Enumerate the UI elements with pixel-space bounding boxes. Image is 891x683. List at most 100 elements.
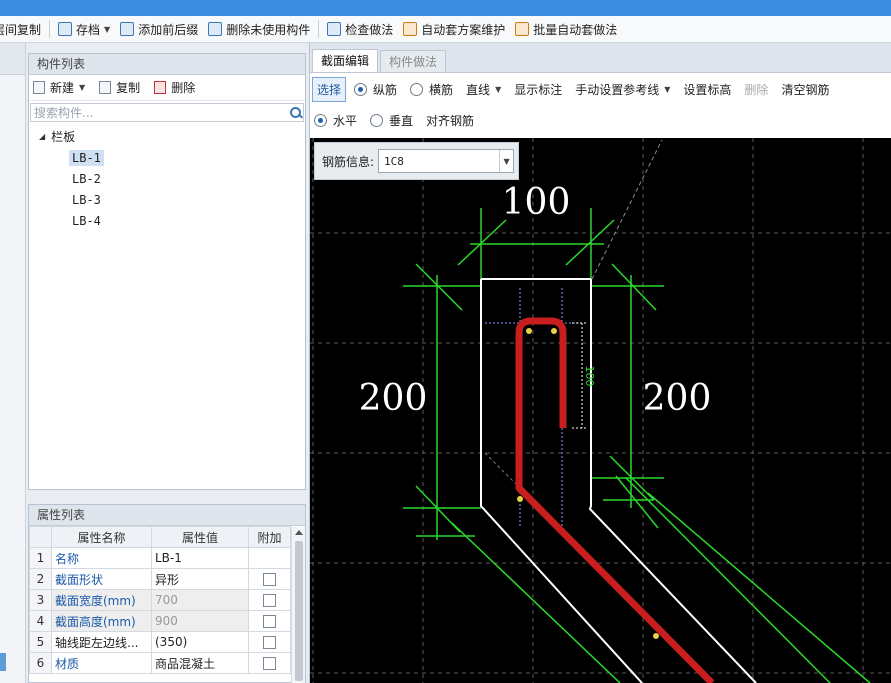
property-value: 700 (151, 589, 249, 611)
add-prefix-suffix-button[interactable]: 添加前后缀 (115, 18, 203, 40)
property-name: 截面形状 (51, 568, 152, 590)
toolbar-separator (49, 20, 51, 38)
dimension-left-text: 200 (359, 378, 428, 419)
copy-icon (99, 81, 112, 94)
set-elevation-button[interactable]: 设置标高 (683, 81, 731, 98)
property-name-header: 属性名称 (51, 526, 152, 548)
table-row[interactable]: 3 截面宽度(mm) 700 (29, 589, 291, 611)
auto-scheme-maintain-button[interactable]: 自动套方案维护 (398, 18, 510, 40)
tree-item-lb-1[interactable]: LB-1 (29, 147, 305, 168)
save-icon (58, 22, 73, 36)
radio-icon (410, 82, 424, 96)
extra-checkbox[interactable] (263, 636, 276, 649)
table-row[interactable]: 2 截面形状 异形 (29, 568, 291, 590)
table-row[interactable]: 5 轴线距左边线... (350) (29, 631, 291, 653)
tab-component-method[interactable]: 构件做法 (380, 50, 447, 72)
new-component-button[interactable]: 新建 ▼ (33, 79, 85, 96)
section-edit-toolbar-2: 水平 垂直 对齐钢筋 (310, 105, 891, 135)
extra-checkbox[interactable] (263, 657, 276, 670)
section-edit-toolbar: 选择 纵筋 横筋 直线 ▼ 显示标注 手动设置参考线 ▼ 设置标高 删除 清空钢… (310, 73, 891, 105)
delete-icon (154, 81, 167, 94)
chevron-down-icon: ▼ (79, 83, 86, 92)
property-value-header: 属性值 (151, 526, 249, 548)
property-table: 属性名称 属性值 附加 1 名称 LB-1 2 截面形状 异形 3 截面宽度(m… (29, 526, 291, 674)
component-tree: ◢ 栏板 LB-1 LB-2 LB-3 LB-4 (29, 122, 305, 231)
table-row[interactable]: 4 截面高度(mm) 900 (29, 610, 291, 632)
delete-unused-button[interactable]: 删除未使用构件 (203, 18, 315, 40)
rebar-info-box: 钢筋信息: 1C8 ▼ (314, 142, 519, 180)
property-value[interactable]: (350) (151, 631, 249, 653)
scroll-up-icon[interactable] (295, 530, 303, 535)
check-method-button[interactable]: 检查做法 (322, 18, 398, 40)
rebar-point[interactable] (551, 328, 557, 334)
save-button[interactable]: 存档 ▼ (53, 18, 115, 40)
property-extra-header: 附加 (248, 526, 291, 548)
rebar-point[interactable] (526, 328, 532, 334)
chevron-down-icon[interactable]: ▼ (499, 150, 513, 172)
title-bar (0, 0, 891, 16)
align-rebar-button[interactable]: 对齐钢筋 (426, 112, 474, 129)
longitudinal-rebar-radio[interactable]: 纵筋 (354, 81, 397, 98)
tree-expand-icon[interactable]: ◢ (39, 132, 45, 141)
horizontal-radio[interactable]: 水平 (314, 112, 357, 129)
property-scrollbar[interactable] (291, 527, 305, 683)
property-value[interactable]: 商品混凝土 (151, 652, 249, 674)
row-number-header (29, 526, 52, 548)
guide-line (591, 139, 663, 280)
check-method-icon (327, 22, 342, 36)
property-value[interactable]: 异形 (151, 568, 249, 590)
rebar-info-select[interactable]: 1C8 ▼ (378, 149, 515, 173)
property-value[interactable]: LB-1 (151, 547, 249, 569)
extra-checkbox[interactable] (263, 573, 276, 586)
layer-copy-button[interactable]: 层间复制 (0, 18, 46, 40)
chevron-down-icon: ▼ (104, 24, 111, 34)
vertical-radio[interactable]: 垂直 (370, 112, 413, 129)
extra-checkbox[interactable] (263, 615, 276, 628)
section-drawing[interactable]: 100 200 200 100 (310, 138, 891, 683)
delete-component-button[interactable]: 删除 (154, 79, 195, 96)
property-list-panel: 属性列表 属性名称 属性值 附加 1 名称 LB-1 2 截面形状 异形 3 截… (28, 504, 306, 683)
table-row[interactable]: 1 名称 LB-1 (29, 547, 291, 569)
component-search-input[interactable] (31, 104, 287, 121)
auto-scheme-icon (403, 22, 418, 36)
delete-button[interactable]: 删除 (744, 81, 768, 98)
left-strip-selection-marker (0, 653, 6, 671)
radio-selected-icon (314, 113, 327, 127)
property-name: 轴线距左边线... (51, 631, 152, 653)
section-editor: 截面编辑 构件做法 选择 纵筋 横筋 直线 ▼ 显示标注 手动设置参考线 ▼ 设… (309, 43, 891, 683)
toolbar-separator (318, 20, 320, 38)
tree-item-lb-3[interactable]: LB-3 (29, 189, 305, 210)
dimension-lines (403, 208, 871, 683)
tab-section-edit[interactable]: 截面编辑 (312, 49, 379, 72)
tree-item-lb-4[interactable]: LB-4 (29, 210, 305, 231)
scroll-thumb[interactable] (295, 541, 303, 681)
property-value: 900 (151, 610, 249, 632)
property-name: 材质 (51, 652, 152, 674)
transverse-rebar-radio[interactable]: 横筋 (410, 81, 453, 98)
rebar-path[interactable] (515, 317, 715, 683)
show-marks-button[interactable]: 显示标注 (514, 81, 562, 98)
main-toolbar: 层间复制 存档 ▼ 添加前后缀 删除未使用构件 检查做法 自动套方案维护 批量自… (0, 16, 891, 43)
batch-auto-method-button[interactable]: 批量自动套做法 (510, 18, 622, 40)
component-list-panel: 构件列表 新建 ▼ 复制 删除 ◢ 栏板 LB-1 LB-2 LB-3 LB-4 (28, 53, 306, 490)
tree-item-lb-2[interactable]: LB-2 (29, 168, 305, 189)
select-tool-button[interactable]: 选择 (312, 76, 347, 102)
table-row[interactable]: 6 材质 商品混凝土 (29, 652, 291, 674)
rebar-info-value: 1C8 (384, 154, 404, 168)
delete-unused-icon (208, 22, 223, 36)
property-table-header: 属性名称 属性值 附加 (29, 526, 291, 548)
clear-rebar-button[interactable]: 清空钢筋 (781, 81, 829, 98)
line-mode-dropdown[interactable]: 直线 ▼ (466, 81, 501, 98)
search-icon[interactable] (287, 105, 303, 121)
copy-component-button[interactable]: 复制 (99, 79, 140, 96)
rebar-point[interactable] (517, 496, 523, 502)
tree-node-railing[interactable]: ◢ 栏板 (29, 126, 305, 147)
rebar-point[interactable] (653, 633, 659, 639)
component-list-toolbar: 新建 ▼ 复制 删除 (29, 75, 305, 101)
property-name: 截面宽度(mm) (51, 589, 152, 611)
section-canvas[interactable]: 100 200 200 100 钢筋信息: 1C8 ▼ (310, 138, 891, 683)
manual-reference-line-dropdown[interactable]: 手动设置参考线 ▼ (575, 81, 670, 98)
extra-checkbox[interactable] (263, 594, 276, 607)
chevron-down-icon: ▼ (495, 84, 502, 94)
component-search (30, 103, 304, 122)
